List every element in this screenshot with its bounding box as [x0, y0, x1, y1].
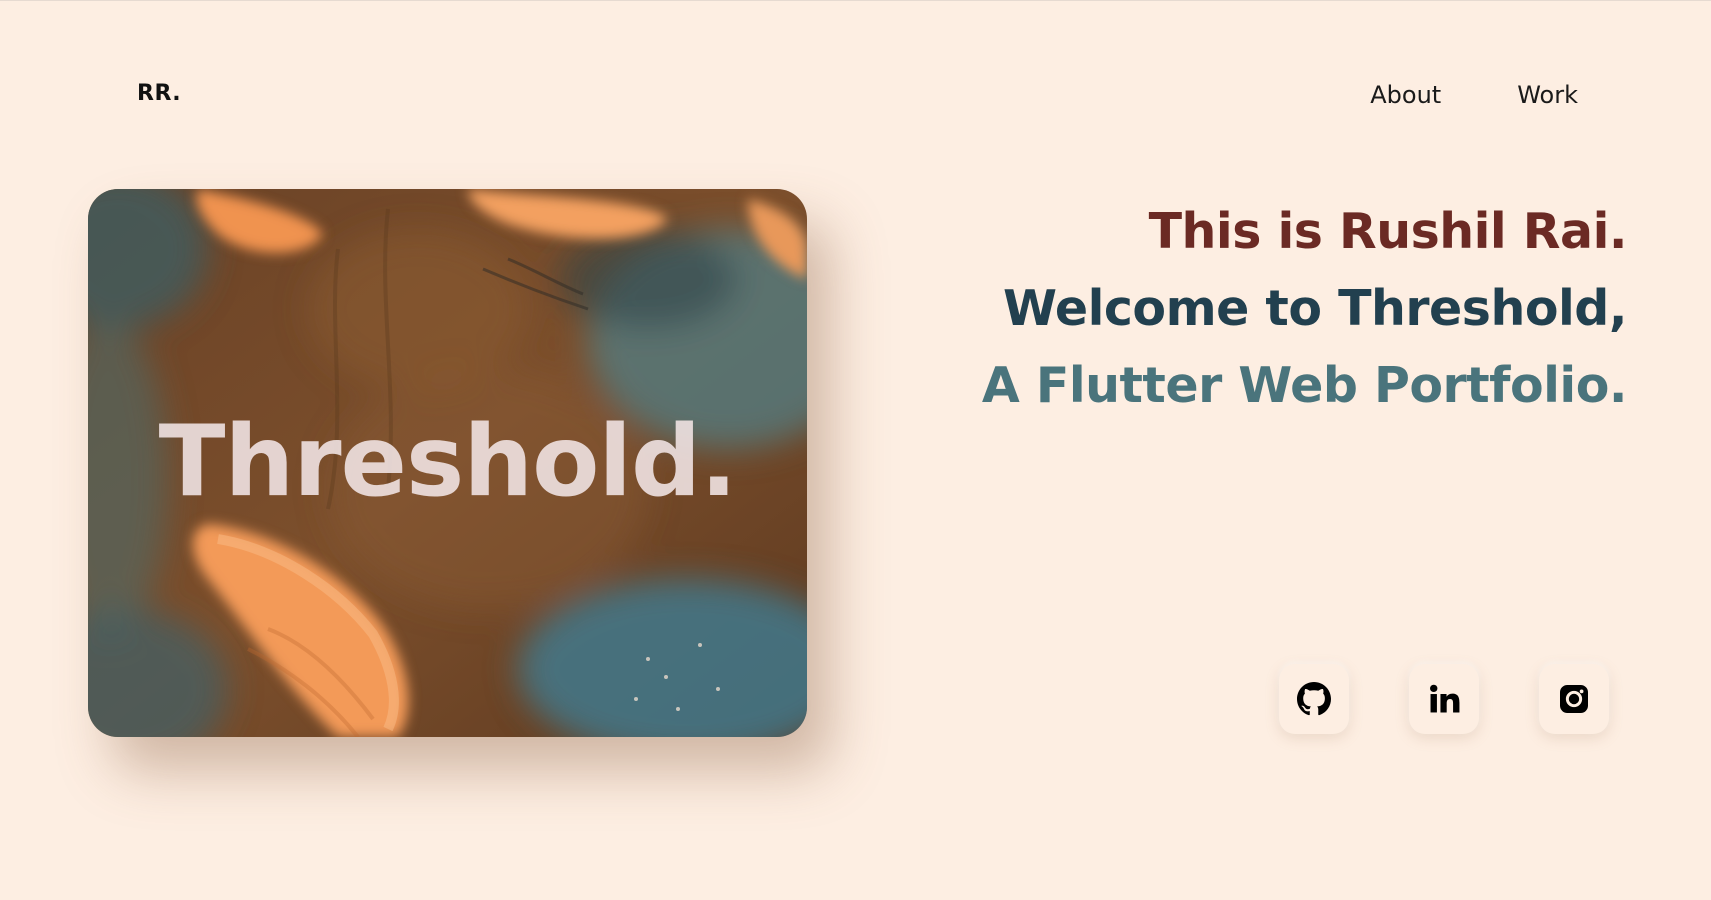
social-links: [1279, 664, 1609, 734]
headline-line-welcome: Welcome to Threshold,: [1003, 280, 1627, 337]
github-button[interactable]: [1279, 664, 1349, 734]
linkedin-icon: [1430, 684, 1460, 713]
hero-headline: This is Rushil Rai. Welcome to Threshold…: [981, 193, 1628, 424]
headline-line-tagline: A Flutter Web Portfolio.: [981, 357, 1628, 414]
instagram-icon: [1560, 685, 1588, 713]
nav-link-about[interactable]: About: [1370, 81, 1441, 109]
hero-image-card: Threshold.: [88, 189, 807, 737]
top-nav: About Work: [1370, 81, 1578, 109]
instagram-button[interactable]: [1539, 664, 1609, 734]
hero-card-title: Threshold.: [158, 405, 738, 519]
headline-line-intro: This is Rushil Rai.: [1148, 203, 1628, 260]
linkedin-button[interactable]: [1409, 664, 1479, 734]
github-icon: [1297, 682, 1331, 716]
nav-link-work[interactable]: Work: [1517, 81, 1578, 109]
page: RR. About Work Threshold. This is Rushil…: [0, 0, 1711, 900]
site-logo[interactable]: RR.: [137, 81, 181, 106]
